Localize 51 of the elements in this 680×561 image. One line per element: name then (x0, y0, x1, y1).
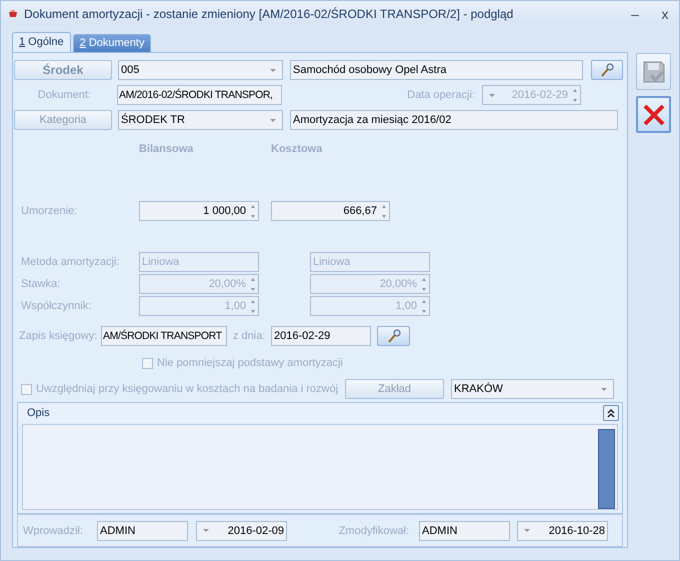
save-button[interactable] (636, 53, 671, 90)
created-by-field: ADMIN (97, 520, 188, 540)
magnifier-icon (386, 329, 400, 343)
amount-field[interactable]: 1 000,00 (139, 201, 259, 221)
created-date-field: 2016-02-09 (196, 520, 287, 540)
checkbox[interactable] (21, 384, 32, 394)
field-label: z dnia: (233, 330, 266, 342)
checkbox-label: Nie pomniejszaj podstawy amortyzacji (157, 357, 343, 369)
field-label: Wprowadził: (23, 524, 84, 536)
field-label: Zapis księgowy: (19, 330, 98, 342)
asset-combo[interactable]: 005 (118, 60, 283, 80)
entry-date-field[interactable]: 2016-02-29 (271, 326, 371, 346)
rate-field: 20,00% (139, 274, 259, 294)
coefficient-field: 1,00 (139, 296, 259, 316)
field-label: Dokument: (36, 89, 92, 101)
method-field: Liniowa (310, 252, 430, 272)
asset-name-field[interactable]: Samochód osobowy Opel Astra (290, 60, 583, 80)
field-label: Metoda amortyzacji: (21, 256, 120, 268)
window-title: Dokument amortyzacji - zostanie zmieniony [AM/2016-02/ŚRODKI TRANSPOR/2] - podgląd (24, 6, 514, 20)
search-button[interactable] (377, 326, 410, 346)
field-label: Współczynnik: (21, 300, 92, 312)
checkbox-label: Uwzględniaj przy księgowaniu w kosztach na badania i rozwój (36, 383, 340, 395)
entry-field[interactable]: AM/ŚRODKI TRANSPORT (101, 326, 227, 346)
description-field[interactable]: Amortyzacja za miesiąc 2016/02 (290, 110, 618, 130)
app-icon (8, 8, 18, 18)
collapse-icon[interactable] (603, 404, 619, 420)
rate-field: 20,00% (310, 274, 430, 294)
search-button[interactable] (591, 60, 623, 80)
scrollbar[interactable] (598, 429, 615, 509)
field-label: Umorzenie: (21, 205, 78, 217)
field-label: Zmodyfikował: (338, 524, 410, 536)
column-header: Bilansowa (139, 143, 194, 155)
category-combo[interactable]: ŚRODEK TR (118, 110, 283, 130)
minimize-button[interactable]: – (621, 6, 649, 22)
amount-field[interactable]: 666,67 (271, 201, 390, 221)
cancel-button[interactable] (636, 96, 671, 133)
panel-title: Opis (27, 406, 50, 418)
method-field: Liniowa (139, 252, 259, 272)
modified-date-field: 2016-10-28 (517, 520, 608, 540)
plant-combo[interactable]: KRAKÓW (451, 379, 614, 399)
magnifier-icon (600, 63, 614, 77)
document-field[interactable]: AM/2016-02/ŚRODKI TRANSPOR, (117, 85, 282, 105)
close-icon (642, 102, 666, 126)
modified-by-field: ADMIN (419, 520, 510, 540)
field-label: Stawka: (21, 278, 62, 290)
close-button[interactable]: x (651, 6, 679, 22)
coefficient-field: 1,00 (310, 296, 430, 316)
checkbox[interactable] (142, 358, 153, 368)
field-label: Data operacji: (406, 89, 476, 101)
tab[interactable]: 1 Ogólne (12, 32, 71, 52)
column-header: Kosztowa (271, 143, 322, 155)
